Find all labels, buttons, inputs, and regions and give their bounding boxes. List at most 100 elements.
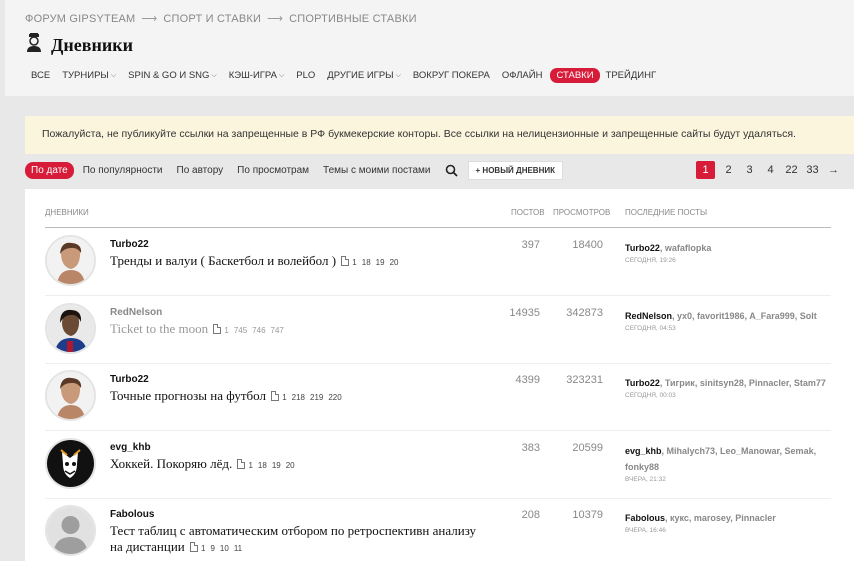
topic-pages: 1 745 746 747 — [213, 323, 289, 335]
new-diary-button[interactable]: + НОВЫЙ ДНЕВНИК — [467, 160, 563, 180]
last-authors[interactable]: Turbo22, wafaflopka — [625, 240, 831, 256]
nav-item-label: ТУРНИРЫ — [62, 70, 109, 81]
breadcrumb-betting[interactable]: СПОРТИВНЫЕ СТАВКИ — [289, 13, 417, 25]
nav-item-label: ВОКРУГ ПОКЕРА — [412, 70, 490, 81]
last-authors[interactable]: RedNelson, yx0, favorit1986, A_Fara999, … — [625, 308, 831, 324]
breadcrumb-forum[interactable]: ФОРУМ GIPSYTEAM — [25, 13, 135, 25]
last-posts: evg_khb, Mihalych73, Leo_Manowar, Semak,… — [625, 443, 831, 484]
topic-page-link[interactable]: 1 — [282, 393, 286, 402]
author-name[interactable]: Turbo22 — [110, 374, 149, 385]
author-name[interactable]: Fabolous — [110, 509, 154, 520]
topic-page-link[interactable]: 746 — [252, 326, 265, 335]
document-icon — [271, 391, 280, 401]
posts-count: 397 — [521, 239, 540, 251]
filter-my-posts[interactable]: Темы с моими постами — [323, 165, 430, 176]
topic-title[interactable]: Ticket to the moon — [110, 321, 208, 336]
pagination: 1 2 3 4 22 33 → — [696, 161, 844, 179]
page-link[interactable]: 22 — [781, 161, 802, 179]
col-views[interactable]: ПРОСМОТРОВ — [553, 208, 610, 217]
topic-title[interactable]: Тест таблиц с автоматическим отбором по … — [110, 523, 476, 554]
nav-item[interactable]: ДРУГИЕ ИГРЫ ⌵ — [327, 68, 401, 83]
last-post-time: СЕГОДНЯ, 19:26 — [625, 257, 676, 264]
topic-page-link[interactable]: 9 — [210, 544, 214, 553]
topic-page-link[interactable]: 11 — [234, 544, 242, 553]
nav-item-label: ОФЛАЙН — [501, 70, 543, 81]
topic-page-link[interactable]: 1 — [201, 544, 205, 553]
nav-item[interactable]: СТАВКИ — [550, 68, 600, 83]
nav-item[interactable]: ВСЕ — [31, 68, 50, 83]
page-link[interactable]: 2 — [718, 161, 739, 179]
nav-item[interactable]: PLO — [296, 68, 315, 83]
topic-title[interactable]: Тренды и валуи ( Баскетбол и волейбол ) — [110, 253, 336, 268]
last-post-first-author[interactable]: evg_khb — [625, 446, 662, 456]
last-post-other-authors[interactable]: , yx0, favorit1986, A_Fara999, Solt — [672, 311, 817, 321]
nav-item[interactable]: КЭШ-ИГРА ⌵ — [229, 68, 285, 83]
posts-count: 383 — [521, 441, 540, 454]
topic-page-link[interactable]: 10 — [220, 544, 229, 553]
avatar[interactable] — [45, 302, 96, 354]
page-link[interactable]: 1 — [696, 161, 715, 179]
last-post-first-author[interactable]: Fabolous — [625, 513, 665, 523]
nav-item-label: ДРУГИЕ ИГРЫ — [327, 70, 394, 81]
filter-by-date[interactable]: По дате — [25, 161, 74, 179]
document-icon — [237, 458, 246, 469]
topic-page-link[interactable]: 1 — [352, 258, 356, 267]
topic-page-link[interactable]: 747 — [271, 326, 284, 335]
topic-page-link[interactable]: 20 — [286, 461, 295, 470]
topic-page-link[interactable]: 1 — [248, 461, 252, 470]
page-link[interactable]: 4 — [760, 161, 781, 179]
posts-count: 14935 — [509, 306, 540, 319]
last-post-first-author[interactable]: Turbo22 — [625, 243, 660, 253]
breadcrumb-sport[interactable]: СПОРТ И СТАВКИ — [163, 13, 261, 25]
last-authors[interactable]: Turbo22, Тигрик, sinitsyn28, Pinnacler, … — [625, 375, 831, 391]
topic-page-link[interactable]: 218 — [292, 393, 305, 402]
topic-title-block: Тренды и валуи ( Баскетбол и волейбол ) … — [110, 253, 490, 271]
table-row: Turbo22 Тренды и валуи ( Баскетбол и воле… — [45, 229, 831, 296]
topic-page-link[interactable]: 219 — [310, 393, 323, 402]
avatar[interactable] — [45, 505, 96, 556]
document-icon — [213, 323, 222, 334]
filter-by-views[interactable]: По просмотрам — [237, 165, 309, 176]
topic-page-link[interactable]: 1 — [224, 326, 228, 335]
nav-item[interactable]: SPIN & GO И SNG ⌵ — [128, 68, 217, 83]
author-name[interactable]: evg_khb — [110, 442, 151, 453]
last-post-first-author[interactable]: Turbo22 — [625, 378, 660, 388]
topic-title[interactable]: Хоккей. Покоряю лёд. — [110, 456, 232, 471]
topic-page-link[interactable]: 745 — [234, 326, 247, 335]
topic-title[interactable]: Точные прогнозы на футбол — [110, 388, 266, 403]
nav-item[interactable]: ТУРНИРЫ ⌵ — [62, 68, 116, 83]
nav-item[interactable]: ТРЕЙДИНГ — [606, 68, 657, 83]
topic-page-link[interactable]: 19 — [376, 258, 385, 267]
last-post-time: ВЧЕРА, 21:32 — [625, 475, 666, 483]
next-page-icon[interactable]: → — [823, 161, 844, 179]
page-link[interactable]: 3 — [739, 161, 760, 179]
col-diaries[interactable]: ДНЕВНИКИ — [45, 208, 89, 217]
avatar[interactable] — [45, 437, 96, 489]
filter-by-author[interactable]: По автору — [177, 165, 224, 176]
last-authors[interactable]: Fabolous, кукс, marosey, Pinnacler — [625, 510, 831, 526]
last-post-first-author[interactable]: RedNelson — [625, 311, 672, 321]
last-post-other-authors[interactable]: , Тигрик, sinitsyn28, Pinnacler, Stam77 — [660, 378, 826, 388]
filter-by-popularity[interactable]: По популярности — [83, 165, 163, 176]
topic-page-link[interactable]: 220 — [328, 393, 341, 402]
topic-page-link[interactable]: 18 — [362, 258, 371, 267]
search-icon[interactable] — [445, 164, 458, 177]
author-name[interactable]: Turbo22 — [110, 239, 149, 250]
col-posts[interactable]: ПОСТОВ — [511, 208, 545, 217]
page-link[interactable]: 33 — [802, 161, 823, 179]
nav-item[interactable]: ВОКРУГ ПОКЕРА — [413, 68, 490, 83]
topic-page-link[interactable]: 19 — [272, 461, 281, 470]
nav-item-label: SPIN & GO И SNG — [128, 70, 210, 81]
author-name[interactable]: RedNelson — [110, 307, 162, 318]
avatar[interactable] — [45, 235, 96, 286]
nav-item[interactable]: ОФЛАЙН — [502, 68, 543, 83]
header-divider — [45, 227, 831, 228]
chevron-down-icon: ⌵ — [395, 71, 401, 79]
topic-page-link[interactable]: 20 — [390, 258, 399, 267]
avatar[interactable] — [45, 370, 96, 421]
last-post-other-authors[interactable]: , кукс, marosey, Pinnacler — [665, 513, 776, 523]
last-authors[interactable]: evg_khb, Mihalych73, Leo_Manowar, Semak,… — [625, 443, 831, 475]
last-post-other-authors[interactable]: , wafaflopka — [660, 243, 712, 253]
topic-page-link[interactable]: 18 — [258, 461, 267, 470]
category-nav: ВСЕ ТУРНИРЫ ⌵ SPIN & GO И SNG ⌵ КЭШ-ИГРА ⌵ PLO Д… — [31, 68, 668, 83]
